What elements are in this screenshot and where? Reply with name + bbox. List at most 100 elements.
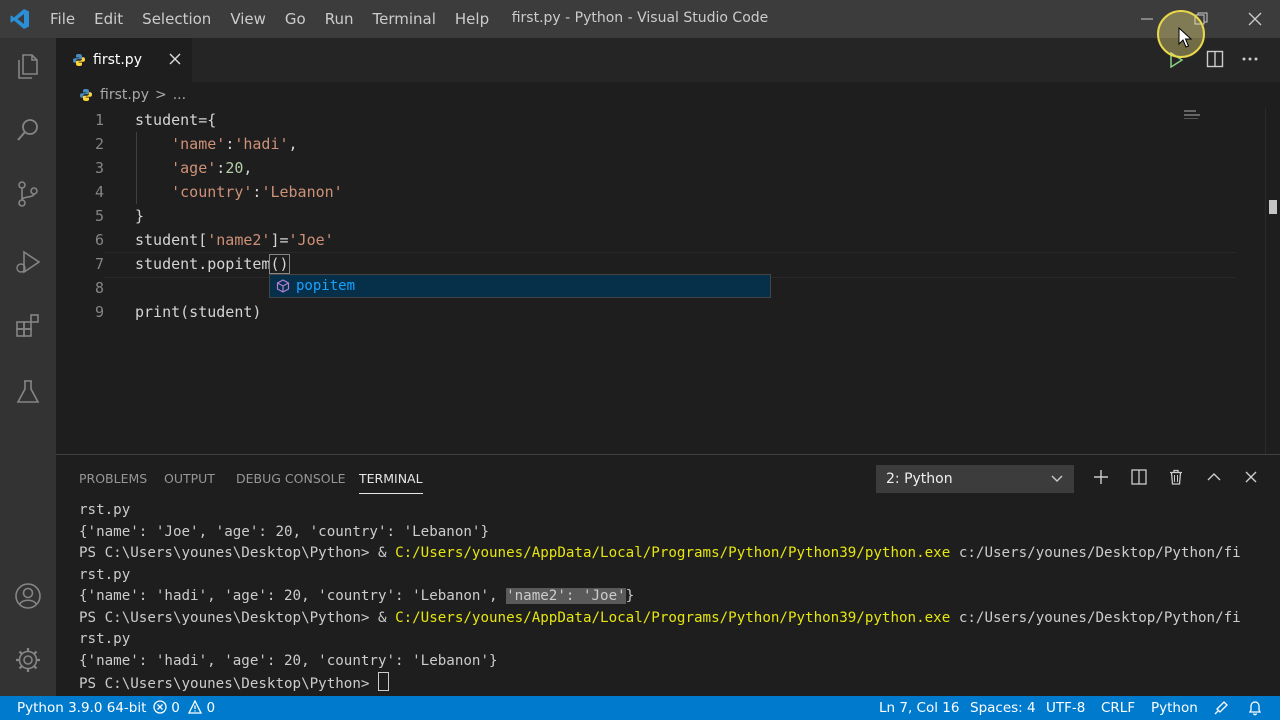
python-file-icon xyxy=(80,89,92,101)
close-panel-button[interactable] xyxy=(1241,467,1261,487)
close-tab-icon[interactable] xyxy=(168,52,182,66)
feedback-button[interactable] xyxy=(1213,700,1229,720)
end-of-line[interactable]: CRLF xyxy=(1101,700,1135,716)
extensions-button[interactable] xyxy=(0,302,56,350)
close-window-button[interactable] xyxy=(1232,0,1278,38)
suggestion-widget[interactable]: popitem xyxy=(269,274,771,298)
run-debug-button[interactable] xyxy=(0,238,56,286)
terminal-text: {'name': 'hadi', 'age': 20, 'country': '… xyxy=(79,588,507,604)
menu-help[interactable]: Help xyxy=(455,10,489,28)
indentation[interactable]: Spaces: 4 xyxy=(970,700,1036,716)
explorer-button[interactable] xyxy=(0,42,56,90)
terminal-exe-path: C:/Users/younes/AppData/Local/Programs/P… xyxy=(395,545,951,561)
menu-file[interactable]: File xyxy=(50,10,75,28)
bottom-panel: PROBLEMS OUTPUT DEBUG CONSOLE TERMINAL 2… xyxy=(56,454,1280,697)
code-line: 7 student.popitem() xyxy=(56,252,1196,276)
split-editor-icon[interactable] xyxy=(1206,50,1224,68)
code-line: 4 'country':'Lebanon' xyxy=(56,180,1196,204)
code-text: student['name2']='Joe' xyxy=(135,231,334,249)
code-line: 2 'name':'hadi', xyxy=(56,132,1196,156)
code-line: 3 'age':20, xyxy=(56,156,1196,180)
menu-selection[interactable]: Selection xyxy=(142,10,211,28)
code-text: 'name':'hadi', xyxy=(171,135,298,153)
flask-icon xyxy=(16,380,40,403)
tab-debug-console[interactable]: DEBUG CONSOLE xyxy=(236,471,345,486)
editor-scrollbar[interactable] xyxy=(1265,108,1280,454)
suggestion-item-popitem[interactable]: popitem xyxy=(296,278,355,294)
split-terminal-button[interactable] xyxy=(1129,467,1149,487)
breadcrumb-symbols[interactable]: ... xyxy=(173,87,186,103)
maximize-panel-button[interactable] xyxy=(1204,467,1224,487)
trash-icon xyxy=(1170,469,1182,485)
method-icon xyxy=(276,279,290,293)
warning-icon xyxy=(188,699,203,714)
accounts-button[interactable] xyxy=(0,572,56,620)
terminal-selection: 'name2': 'Joe' xyxy=(506,588,626,604)
tab-terminal[interactable]: TERMINAL xyxy=(359,471,423,494)
code-line: 6 student['name2']='Joe' xyxy=(56,228,1196,252)
problems-status[interactable]: 0 0 xyxy=(153,699,215,716)
terminal-prompt: PS C:\Users\younes\Desktop\Python> xyxy=(79,545,378,561)
terminal-line: PS C:\Users\younes\Desktop\Python> & C:/… xyxy=(79,543,1241,565)
code-line: 1 student={ xyxy=(56,108,1196,132)
title-bar: File Edit Selection View Go Run Terminal… xyxy=(0,0,1280,38)
close-icon xyxy=(1248,12,1262,26)
account-icon xyxy=(15,583,41,609)
terminal-line: rst.py xyxy=(79,502,131,518)
tab-label: first.py xyxy=(93,52,142,68)
split-icon xyxy=(1131,469,1147,485)
encoding[interactable]: UTF-8 xyxy=(1046,700,1085,716)
code-text: student.popitem() xyxy=(135,254,290,274)
terminal-line: PS C:\Users\younes\Desktop\Python> xyxy=(79,672,389,696)
menu-edit[interactable]: Edit xyxy=(94,10,123,28)
code-editor[interactable]: 1 student={ 2 'name':'hadi', 3 'age':20,… xyxy=(56,108,1280,454)
breadcrumb: first.py > ... xyxy=(56,82,1280,108)
tab-first-py[interactable]: first.py xyxy=(56,38,192,82)
extensions-icon xyxy=(16,314,39,337)
line-number: 8 xyxy=(94,279,104,297)
vscode-logo-icon xyxy=(10,9,29,29)
terminal-line: rst.py xyxy=(79,631,131,647)
line-number: 1 xyxy=(94,111,104,129)
menu-go[interactable]: Go xyxy=(285,10,306,28)
tab-problems[interactable]: PROBLEMS xyxy=(79,471,147,486)
menu-bar: File Edit Selection View Go Run Terminal… xyxy=(50,0,508,38)
terminal-exe-path: C:/Users/younes/AppData/Local/Programs/P… xyxy=(395,609,951,626)
terminal-amp: & xyxy=(377,609,396,626)
new-terminal-button[interactable] xyxy=(1091,467,1111,487)
editor-tab-bar: first.py xyxy=(56,38,1280,82)
terminal-line: {'name': 'hadi', 'age': 20, 'country': '… xyxy=(79,652,498,669)
menu-run[interactable]: Run xyxy=(325,10,354,28)
search-button[interactable] xyxy=(0,106,56,154)
source-control-button[interactable] xyxy=(0,170,56,218)
more-actions-icon[interactable] xyxy=(1242,56,1258,62)
terminal-prompt: PS C:\Users\younes\Desktop\Python> xyxy=(79,676,378,692)
status-bar: Python 3.9.0 64-bit 0 0 Ln 7, Col 16 Spa… xyxy=(0,696,1280,720)
language-mode[interactable]: Python xyxy=(1151,700,1198,716)
minimap[interactable] xyxy=(1184,108,1224,120)
search-icon xyxy=(17,119,38,141)
menu-view[interactable]: View xyxy=(230,10,266,28)
code-line: 5 } xyxy=(56,204,1196,228)
notifications-button[interactable] xyxy=(1248,700,1262,720)
manage-button[interactable] xyxy=(0,636,56,684)
testing-button[interactable] xyxy=(0,368,56,416)
line-number: 4 xyxy=(94,183,104,201)
breadcrumb-file[interactable]: first.py xyxy=(100,87,149,103)
tab-output[interactable]: OUTPUT xyxy=(164,471,215,486)
code-text: 'age':20, xyxy=(171,159,253,177)
code-text: student={ xyxy=(135,111,217,129)
terminal-select[interactable]: 2: Python xyxy=(876,465,1074,493)
terminal-amp: & xyxy=(377,545,396,561)
python-interpreter[interactable]: Python 3.9.0 64-bit xyxy=(17,700,146,716)
run-debug-icon xyxy=(16,250,41,274)
line-number: 9 xyxy=(94,303,104,321)
kill-terminal-button[interactable] xyxy=(1166,467,1186,487)
error-icon xyxy=(153,700,167,714)
activity-bar xyxy=(0,38,56,696)
cursor-position[interactable]: Ln 7, Col 16 xyxy=(879,700,959,716)
feedback-icon xyxy=(1214,701,1228,715)
terminal-text: } xyxy=(625,588,635,604)
mouse-pointer-icon xyxy=(1178,27,1192,48)
menu-terminal[interactable]: Terminal xyxy=(373,10,436,28)
